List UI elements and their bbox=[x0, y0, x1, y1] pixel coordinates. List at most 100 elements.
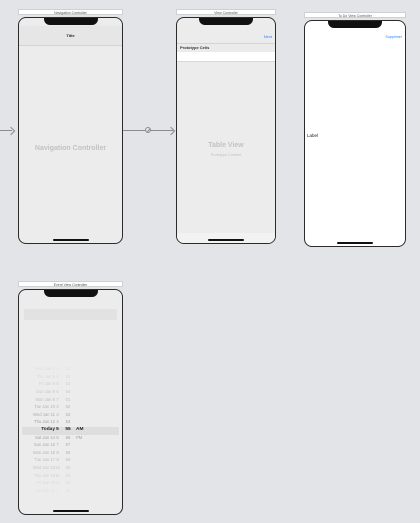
home-indicator bbox=[52, 239, 89, 241]
picker-hour: 7 bbox=[56, 442, 59, 448]
picker-minute: 01 bbox=[65, 396, 71, 402]
picker-row[interactable]: Mon Jan 9 7 01 bbox=[19, 397, 122, 405]
picker-date: Thu Jan 5 bbox=[36, 373, 55, 379]
picker-hour: 11 bbox=[55, 472, 60, 478]
picker-hour: 7 bbox=[56, 396, 59, 402]
picker-hour: 4 bbox=[56, 419, 59, 425]
picker-date: Sun Jan 15 bbox=[33, 442, 55, 448]
text-field[interactable] bbox=[24, 309, 117, 320]
segue-icon[interactable] bbox=[145, 127, 151, 133]
picker-ampm: AM bbox=[76, 427, 84, 432]
scene-title-view-controller[interactable]: View Controller bbox=[176, 9, 276, 15]
picker-hour: 8 bbox=[56, 449, 59, 455]
picker-minute: 55 bbox=[65, 427, 71, 432]
picker-row[interactable]: Sat Jan 14 6 56 PM bbox=[19, 435, 122, 443]
prototype-cell[interactable] bbox=[177, 52, 275, 62]
picker-hour: 3 bbox=[56, 411, 59, 417]
view-controller-phone[interactable]: Next Prototype Cells Table View Prototyp… bbox=[176, 17, 276, 244]
picker-row[interactable]: Fri Jan 6 5 53 bbox=[19, 381, 122, 389]
navigation-controller-phone[interactable]: Title Navigation Controller bbox=[18, 17, 123, 244]
picker-minute: 53 bbox=[65, 381, 71, 387]
picker-date: Sat Jan 14 bbox=[34, 434, 55, 440]
view-nav-bar bbox=[177, 26, 275, 43]
picker-minute: 54 bbox=[65, 419, 71, 425]
scene-title-to-do-view-controller[interactable]: To Do View Controller bbox=[304, 12, 406, 18]
picker-minute: 01 bbox=[65, 472, 71, 478]
picker-row[interactable]: Tue Jan 10 2 52 bbox=[19, 404, 122, 412]
scene-title-event-view-controller[interactable]: Event View Controller bbox=[18, 281, 123, 287]
picker-hour: 5 bbox=[56, 427, 59, 432]
picker-minute: 54 bbox=[65, 389, 71, 394]
picker-date: Fri Jan 20 bbox=[36, 480, 55, 486]
navigation-controller-placeholder: Navigation Controller bbox=[34, 145, 107, 152]
todo-label: Label bbox=[307, 133, 319, 138]
picker-hour: 5 bbox=[56, 381, 59, 387]
picker-date: Sun Jan 8 bbox=[36, 389, 55, 394]
entry-point-arrow-head bbox=[6, 126, 16, 135]
segue-arrow-head bbox=[166, 126, 176, 135]
home-indicator bbox=[337, 242, 373, 244]
home-bar-area bbox=[177, 233, 275, 243]
navigation-bar-title: Title bbox=[66, 33, 75, 38]
picker-date: Wed Jan 18 bbox=[32, 465, 55, 470]
picker-hour: 6 bbox=[56, 434, 59, 440]
table-view-placeholder: Table View bbox=[208, 142, 244, 149]
picker-date: Wed Jan 4 bbox=[35, 366, 55, 372]
picker-minute: 53 bbox=[65, 411, 71, 417]
picker-date: Today bbox=[41, 427, 55, 432]
picker-hour: 9 bbox=[56, 457, 59, 463]
picker-row[interactable]: Sun Jan 15 7 57 bbox=[19, 442, 122, 450]
picker-row[interactable]: Thu Jan 12 4 54 bbox=[19, 419, 122, 427]
picker-minute: 02 bbox=[65, 480, 71, 486]
picker-date: Thu Jan 12 bbox=[34, 419, 55, 425]
picker-hour: 1 bbox=[56, 487, 59, 493]
to-do-view-controller-phone[interactable]: Supprimer Label bbox=[304, 20, 406, 247]
picker-row[interactable]: Fri Jan 20 12 02 bbox=[19, 480, 122, 488]
picker-row[interactable]: Tue Jan 17 9 59 bbox=[19, 457, 122, 465]
prototype-cells-header: Prototype Cells bbox=[177, 43, 275, 52]
picker-hour: 4 bbox=[56, 373, 59, 379]
nav-bar-next-button[interactable]: Next bbox=[264, 34, 272, 39]
picker-minute: 59 bbox=[65, 457, 71, 463]
picker-date: Tue Jan 10 bbox=[34, 404, 55, 410]
picker-date: Fri Jan 6 bbox=[38, 381, 55, 387]
picker-hour: 10 bbox=[55, 465, 60, 470]
picker-minute: 52 bbox=[65, 404, 71, 410]
picker-row[interactable]: Mon Jan 16 8 58 bbox=[19, 450, 122, 458]
picker-row-selected[interactable]: Today 5 55 AM bbox=[19, 427, 122, 435]
prototype-content-placeholder: Prototype Content bbox=[210, 153, 242, 157]
picker-minute: 56 bbox=[65, 434, 71, 440]
supprimer-button[interactable]: Supprimer bbox=[385, 35, 402, 39]
picker-row[interactable]: Wed Jan 4 3 51 bbox=[19, 366, 122, 374]
picker-minute: 51 bbox=[65, 366, 71, 372]
picker-date: Thu Jan 19 bbox=[34, 472, 55, 478]
picker-minute: 57 bbox=[65, 442, 71, 448]
picker-hour: 2 bbox=[56, 404, 59, 410]
picker-row[interactable]: Sun Jan 8 6 54 bbox=[19, 389, 122, 397]
picker-date: Tue Jan 17 bbox=[34, 457, 55, 463]
date-picker[interactable]: Wed Jan 4 3 51 Thu Jan 5 4 52 Fri Jan 6 5 53 Sun … bbox=[19, 366, 122, 497]
picker-row[interactable]: Wed Jan 18 10 00 bbox=[19, 465, 122, 473]
picker-minute: 52 bbox=[65, 373, 71, 379]
picker-hour: 3 bbox=[56, 366, 59, 372]
picker-row[interactable]: Wed Jan 11 3 53 bbox=[19, 412, 122, 420]
device-notch bbox=[199, 18, 253, 25]
device-notch bbox=[328, 21, 382, 28]
picker-date: Mon Jan 16 bbox=[33, 449, 55, 455]
home-indicator bbox=[52, 510, 89, 512]
picker-ampm: PM bbox=[76, 434, 83, 440]
scene-title-navigation-controller[interactable]: Navigation Controller bbox=[18, 9, 123, 15]
picker-date: Mon Jan 9 bbox=[35, 396, 55, 402]
picker-hour: 12 bbox=[55, 480, 60, 486]
device-notch bbox=[43, 18, 98, 25]
picker-date: Wed Jan 11 bbox=[33, 411, 55, 417]
picker-date: Sat Jan 21 bbox=[34, 487, 55, 493]
picker-minute: 58 bbox=[65, 449, 71, 455]
navigation-bar[interactable]: Title bbox=[19, 26, 122, 46]
picker-row[interactable]: Thu Jan 5 4 52 bbox=[19, 374, 122, 382]
picker-row[interactable]: Thu Jan 19 11 01 bbox=[19, 473, 122, 481]
picker-row[interactable]: Sat Jan 21 1 03 bbox=[19, 488, 122, 496]
event-view-controller-phone[interactable]: Wed Jan 4 3 51 Thu Jan 5 4 52 Fri Jan 6 5 53 Sun … bbox=[18, 289, 123, 515]
device-notch bbox=[43, 290, 98, 297]
picker-minute: 03 bbox=[65, 487, 71, 493]
